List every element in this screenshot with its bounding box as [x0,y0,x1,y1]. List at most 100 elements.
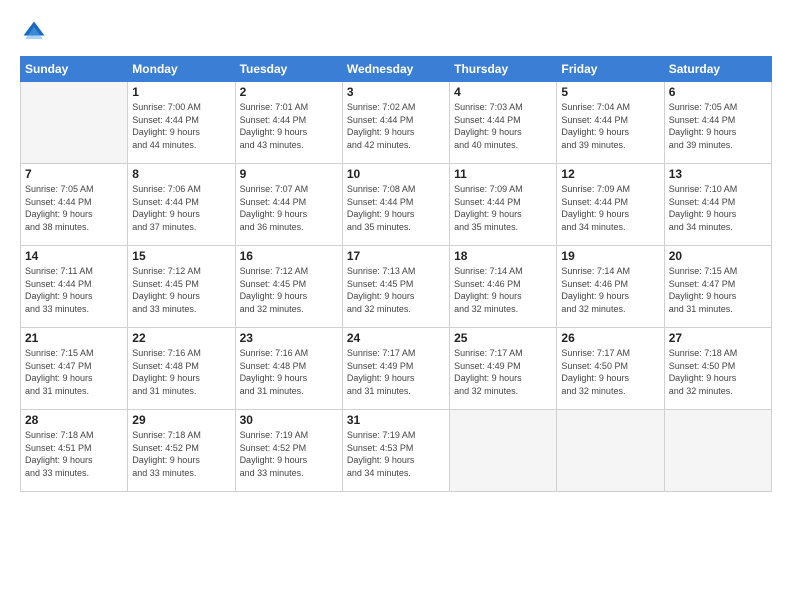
day-number: 19 [561,249,659,263]
logo [20,18,52,46]
day-number: 14 [25,249,123,263]
day-number: 18 [454,249,552,263]
page: SundayMondayTuesdayWednesdayThursdayFrid… [0,0,792,612]
calendar-cell [21,82,128,164]
day-number: 22 [132,331,230,345]
week-row-3: 14 Sunrise: 7:11 AM Sunset: 4:44 PM Dayli… [21,246,772,328]
day-info: Sunrise: 7:17 AM Sunset: 4:49 PM Dayligh… [454,347,552,397]
weekday-header-row: SundayMondayTuesdayWednesdayThursdayFrid… [21,57,772,82]
day-number: 4 [454,85,552,99]
day-info: Sunrise: 7:05 AM Sunset: 4:44 PM Dayligh… [669,101,767,151]
day-info: Sunrise: 7:12 AM Sunset: 4:45 PM Dayligh… [132,265,230,315]
calendar-cell: 19Sunrise: 7:14 AM Sunset: 4:46 PM Dayli… [557,246,664,328]
day-number: 15 [132,249,230,263]
weekday-header-wednesday: Wednesday [342,57,449,82]
day-info: Sunrise: 7:03 AM Sunset: 4:44 PM Dayligh… [454,101,552,151]
day-info: Sunrise: 7:00 AM Sunset: 4:44 PM Dayligh… [132,101,230,151]
calendar-cell: 9 Sunrise: 7:07 AM Sunset: 4:44 PM Daylig… [235,164,342,246]
calendar-cell: 4 Sunrise: 7:03 AM Sunset: 4:44 PM Daylig… [450,82,557,164]
day-info: Sunrise: 7:17 AM Sunset: 4:50 PM Dayligh… [561,347,659,397]
weekday-header-monday: Monday [128,57,235,82]
day-info: Sunrise: 7:11 AM Sunset: 4:44 PM Dayligh… [25,265,123,315]
weekday-header-saturday: Saturday [664,57,771,82]
week-row-2: 7Sunrise: 7:05 AM Sunset: 4:44 PM Daylig… [21,164,772,246]
day-info: Sunrise: 7:18 AM Sunset: 4:51 PM Dayligh… [25,429,123,479]
calendar-cell: 31Sunrise: 7:19 AM Sunset: 4:53 PM Dayli… [342,410,449,492]
day-info: Sunrise: 7:12 AM Sunset: 4:45 PM Dayligh… [240,265,338,315]
day-number: 28 [25,413,123,427]
day-number: 9 [240,167,338,181]
day-info: Sunrise: 7:15 AM Sunset: 4:47 PM Dayligh… [25,347,123,397]
week-row-1: 1 Sunrise: 7:00 AM Sunset: 4:44 PM Daylig… [21,82,772,164]
day-info: Sunrise: 7:19 AM Sunset: 4:52 PM Dayligh… [240,429,338,479]
day-info: Sunrise: 7:07 AM Sunset: 4:44 PM Dayligh… [240,183,338,233]
weekday-header-thursday: Thursday [450,57,557,82]
day-number: 30 [240,413,338,427]
day-number: 12 [561,167,659,181]
calendar-cell: 29 Sunrise: 7:18 AM Sunset: 4:52 PM Dayli… [128,410,235,492]
calendar-cell: 12 Sunrise: 7:09 AM Sunset: 4:44 PM Dayli… [557,164,664,246]
day-info: Sunrise: 7:18 AM Sunset: 4:50 PM Dayligh… [669,347,767,397]
calendar-cell [557,410,664,492]
calendar-cell: 30 Sunrise: 7:19 AM Sunset: 4:52 PM Dayli… [235,410,342,492]
day-info: Sunrise: 7:15 AM Sunset: 4:47 PM Dayligh… [669,265,767,315]
day-info: Sunrise: 7:16 AM Sunset: 4:48 PM Dayligh… [132,347,230,397]
day-number: 29 [132,413,230,427]
calendar-cell: 6 Sunrise: 7:05 AM Sunset: 4:44 PM Daylig… [664,82,771,164]
week-row-5: 28 Sunrise: 7:18 AM Sunset: 4:51 PM Dayli… [21,410,772,492]
calendar-cell [450,410,557,492]
day-number: 23 [240,331,338,345]
day-number: 13 [669,167,767,181]
calendar: SundayMondayTuesdayWednesdayThursdayFrid… [20,56,772,492]
day-number: 1 [132,85,230,99]
day-number: 24 [347,331,445,345]
calendar-cell: 16 Sunrise: 7:12 AM Sunset: 4:45 PM Dayli… [235,246,342,328]
calendar-cell: 7Sunrise: 7:05 AM Sunset: 4:44 PM Daylig… [21,164,128,246]
weekday-header-tuesday: Tuesday [235,57,342,82]
day-info: Sunrise: 7:09 AM Sunset: 4:44 PM Dayligh… [454,183,552,233]
calendar-cell: 24 Sunrise: 7:17 AM Sunset: 4:49 PM Dayli… [342,328,449,410]
day-info: Sunrise: 7:02 AM Sunset: 4:44 PM Dayligh… [347,101,445,151]
header [20,18,772,46]
day-info: Sunrise: 7:09 AM Sunset: 4:44 PM Dayligh… [561,183,659,233]
day-info: Sunrise: 7:16 AM Sunset: 4:48 PM Dayligh… [240,347,338,397]
calendar-cell: 13Sunrise: 7:10 AM Sunset: 4:44 PM Dayli… [664,164,771,246]
calendar-cell [664,410,771,492]
calendar-cell: 17 Sunrise: 7:13 AM Sunset: 4:45 PM Dayli… [342,246,449,328]
calendar-cell: 21 Sunrise: 7:15 AM Sunset: 4:47 PM Dayli… [21,328,128,410]
calendar-cell: 25 Sunrise: 7:17 AM Sunset: 4:49 PM Dayli… [450,328,557,410]
calendar-cell: 26Sunrise: 7:17 AM Sunset: 4:50 PM Dayli… [557,328,664,410]
week-row-4: 21 Sunrise: 7:15 AM Sunset: 4:47 PM Dayli… [21,328,772,410]
calendar-cell: 28 Sunrise: 7:18 AM Sunset: 4:51 PM Dayli… [21,410,128,492]
logo-icon [20,18,48,46]
calendar-cell: 11 Sunrise: 7:09 AM Sunset: 4:44 PM Dayli… [450,164,557,246]
day-number: 27 [669,331,767,345]
day-info: Sunrise: 7:04 AM Sunset: 4:44 PM Dayligh… [561,101,659,151]
day-number: 21 [25,331,123,345]
day-info: Sunrise: 7:17 AM Sunset: 4:49 PM Dayligh… [347,347,445,397]
day-number: 5 [561,85,659,99]
day-number: 20 [669,249,767,263]
day-number: 8 [132,167,230,181]
weekday-header-friday: Friday [557,57,664,82]
calendar-cell: 8Sunrise: 7:06 AM Sunset: 4:44 PM Daylig… [128,164,235,246]
day-number: 6 [669,85,767,99]
calendar-cell: 15 Sunrise: 7:12 AM Sunset: 4:45 PM Dayli… [128,246,235,328]
day-info: Sunrise: 7:13 AM Sunset: 4:45 PM Dayligh… [347,265,445,315]
day-info: Sunrise: 7:05 AM Sunset: 4:44 PM Dayligh… [25,183,123,233]
calendar-cell: 23 Sunrise: 7:16 AM Sunset: 4:48 PM Dayli… [235,328,342,410]
day-number: 16 [240,249,338,263]
calendar-cell: 3Sunrise: 7:02 AM Sunset: 4:44 PM Daylig… [342,82,449,164]
calendar-cell: 2 Sunrise: 7:01 AM Sunset: 4:44 PM Daylig… [235,82,342,164]
day-info: Sunrise: 7:01 AM Sunset: 4:44 PM Dayligh… [240,101,338,151]
day-number: 25 [454,331,552,345]
day-info: Sunrise: 7:18 AM Sunset: 4:52 PM Dayligh… [132,429,230,479]
calendar-cell: 27 Sunrise: 7:18 AM Sunset: 4:50 PM Dayli… [664,328,771,410]
day-number: 11 [454,167,552,181]
day-number: 17 [347,249,445,263]
calendar-cell: 5 Sunrise: 7:04 AM Sunset: 4:44 PM Daylig… [557,82,664,164]
calendar-cell: 14 Sunrise: 7:11 AM Sunset: 4:44 PM Dayli… [21,246,128,328]
calendar-cell: 1 Sunrise: 7:00 AM Sunset: 4:44 PM Daylig… [128,82,235,164]
calendar-cell: 18Sunrise: 7:14 AM Sunset: 4:46 PM Dayli… [450,246,557,328]
day-number: 2 [240,85,338,99]
